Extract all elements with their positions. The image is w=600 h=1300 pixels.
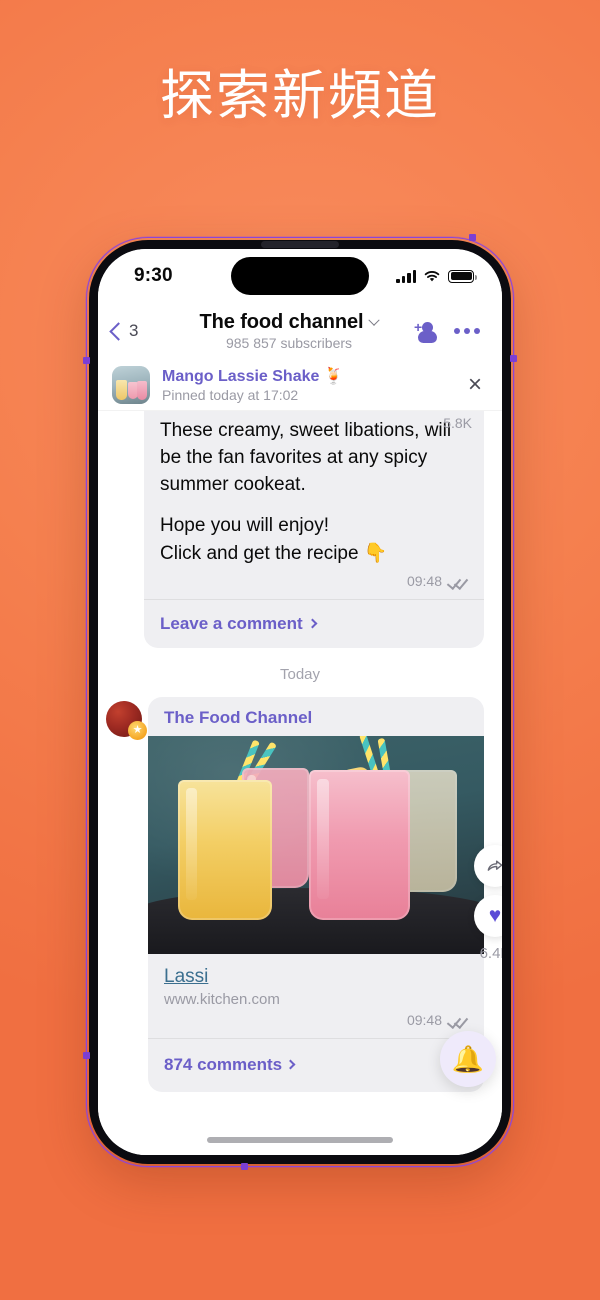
share-arrow-icon xyxy=(487,860,502,871)
pinned-message-title: Mango Lassie Shake 🍹 xyxy=(162,368,344,385)
comments-label: 874 comments xyxy=(164,1054,283,1074)
message-paragraph: Hope you will enjoy! Click and get the r… xyxy=(160,512,468,566)
leave-comment-button[interactable]: Leave a comment xyxy=(144,600,484,648)
message-row-media[interactable]: ★ The Food Channel Lassi www.kitchen.com… xyxy=(98,696,502,1092)
message-bubble-media[interactable]: The Food Channel Lassi www.kitchen.com 0… xyxy=(148,696,484,1092)
bell-icon: 🔔 xyxy=(451,1044,485,1074)
header-actions: + xyxy=(414,320,480,343)
link-url: www.kitchen.com xyxy=(164,990,280,1008)
more-dots-icon[interactable] xyxy=(454,328,480,334)
chat-title: The food channel xyxy=(199,311,364,333)
share-button[interactable] xyxy=(474,844,502,887)
status-bar: 9:30 xyxy=(98,249,502,303)
like-count: 6.4K xyxy=(479,944,502,962)
chevron-down-icon xyxy=(368,314,381,326)
chevron-right-icon xyxy=(285,1059,296,1070)
back-chevron-icon xyxy=(109,321,128,341)
phone-speaker xyxy=(261,241,339,248)
battery-icon xyxy=(448,269,477,283)
selection-handle[interactable] xyxy=(83,1052,90,1059)
pinned-message-subtitle: Pinned today at 17:02 xyxy=(162,387,299,403)
cellular-signal-icon xyxy=(396,269,416,283)
message-line: Click and get the recipe 👇 xyxy=(160,542,388,564)
message-meta: 09:48 xyxy=(148,1010,484,1038)
close-icon[interactable]: × xyxy=(466,369,484,401)
subscriber-count: 985 857 subscribers xyxy=(225,335,353,351)
chat-title-block[interactable]: The food channel 985 857 subscribers xyxy=(164,311,414,351)
message-time: 09:48 xyxy=(406,1011,442,1028)
add-user-icon[interactable]: + xyxy=(414,320,438,343)
back-badge-count: 3 xyxy=(129,321,139,340)
message-bubble-text[interactable]: These creamy, sweet libations, will be t… xyxy=(144,411,484,648)
home-indicator[interactable] xyxy=(207,1137,393,1143)
phone-screen: 9:30 3 The food channel 985 857 subscrib… xyxy=(98,249,502,1155)
channel-avatar[interactable]: ★ xyxy=(106,700,147,740)
selection-handle[interactable] xyxy=(469,234,476,241)
phone-mockup: 9:30 3 The food channel 985 857 subscrib… xyxy=(83,234,517,1170)
reaction-count: 5.8K xyxy=(443,415,472,431)
selection-handle[interactable] xyxy=(241,1163,248,1170)
selection-handle[interactable] xyxy=(510,355,517,362)
pinned-message-text: Mango Lassie Shake 🍹 Pinned today at 17:… xyxy=(162,366,466,403)
message-meta: 09:48 xyxy=(144,571,484,599)
double-check-icon xyxy=(448,1014,468,1026)
chevron-right-icon xyxy=(307,618,318,629)
page-title: 探索新頻道 xyxy=(160,64,440,127)
double-check-icon xyxy=(448,575,468,587)
comments-button[interactable]: 874 comments xyxy=(164,1054,296,1075)
leave-comment-label: Leave a comment xyxy=(160,613,303,633)
sender-name: The Food Channel xyxy=(164,707,313,727)
smoothie-photo[interactable] xyxy=(148,735,484,954)
day-divider: Today xyxy=(279,665,321,683)
pinned-message-bar[interactable]: Mango Lassie Shake 🍹 Pinned today at 17:… xyxy=(98,359,502,411)
message-text: These creamy, sweet libations, will be t… xyxy=(144,411,484,571)
pinned-message-thumbnail xyxy=(112,365,150,404)
link-title[interactable]: Lassi xyxy=(164,966,208,988)
star-badge-icon: ★ xyxy=(128,720,147,740)
link-preview[interactable]: Lassi www.kitchen.com xyxy=(148,954,484,1010)
message-time: 09:48 xyxy=(406,572,442,589)
dynamic-island xyxy=(231,257,369,295)
like-button[interactable]: ♥ xyxy=(474,894,502,937)
status-indicators xyxy=(396,269,477,283)
selection-handle[interactable] xyxy=(83,357,90,364)
message-paragraph: These creamy, sweet libations, will be t… xyxy=(160,420,452,496)
wifi-icon xyxy=(424,270,440,281)
notifications-button[interactable]: 🔔 xyxy=(440,1031,496,1087)
heart-icon: ♥ xyxy=(488,904,502,928)
chat-message-list[interactable]: Mango Lassie Shake 🍹 Pinned today at 17:… xyxy=(98,359,502,1155)
message-line: Hope you will enjoy! xyxy=(160,515,329,537)
comments-row[interactable]: 874 comments ★ xyxy=(148,1039,484,1092)
chat-header: 3 The food channel 985 857 subscribers + xyxy=(98,303,502,359)
media-side-actions: ♥ 6.4K xyxy=(472,844,502,962)
status-time: 9:30 xyxy=(134,265,173,286)
